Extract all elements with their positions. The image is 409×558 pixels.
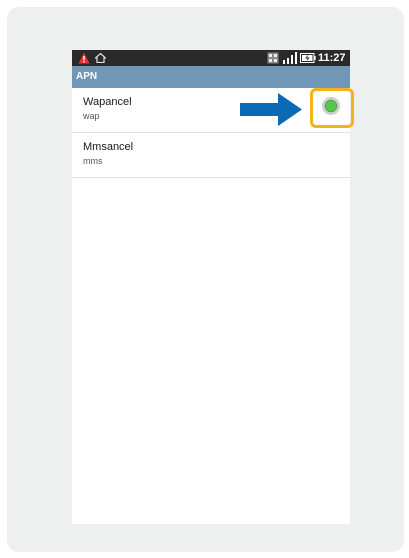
apn-type: mms: [83, 156, 103, 166]
page-title: APN: [76, 71, 98, 82]
home-icon: [95, 53, 106, 63]
list-divider: [72, 177, 350, 178]
phone-screen: 11:27 APN Wapancel wap Mmsancel mms: [72, 50, 350, 524]
status-bar: 11:27: [72, 50, 350, 66]
status-clock: 11:27: [318, 52, 346, 64]
arrow-pointer-icon: [240, 93, 302, 126]
signal-icon: [283, 52, 297, 64]
apn-name: Wapancel: [83, 96, 132, 108]
warning-icon: [78, 52, 90, 64]
apn-name: Mmsancel: [83, 141, 134, 153]
apn-type: wap: [83, 111, 100, 121]
title-bar: APN: [72, 66, 350, 88]
data-icon: [267, 52, 279, 64]
highlight-box: [310, 88, 354, 128]
apn-item-mmsancel[interactable]: Mmsancel mms: [72, 133, 350, 177]
battery-icon: [300, 53, 316, 63]
apn-item-wapancel[interactable]: Wapancel wap: [72, 88, 350, 132]
